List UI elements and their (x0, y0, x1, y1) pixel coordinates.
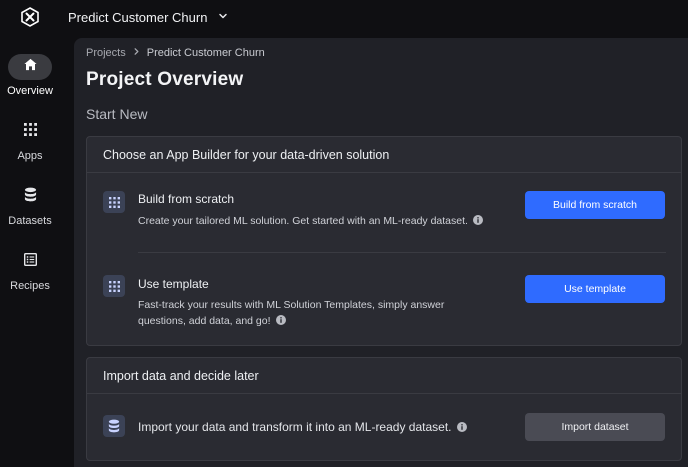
page-title: Project Overview (86, 69, 244, 90)
use-template-button[interactable]: Use template (525, 275, 665, 303)
sidebar-item-apps[interactable]: Apps (0, 119, 60, 173)
use-template-description: Fast-track your results with ML Solution… (138, 299, 445, 327)
build-from-scratch-title: Build from scratch (138, 192, 235, 206)
project-name: Predict Customer Churn (68, 9, 208, 25)
database-icon (24, 187, 37, 207)
app-builder-card: Choose an App Builder for your data-driv… (86, 136, 682, 346)
sidebar-item-overview[interactable]: Overview (0, 54, 60, 108)
sidebar-item-recipes[interactable]: Recipes (0, 249, 60, 303)
import-description: Import your data and transform it into a… (138, 419, 467, 435)
database-icon (103, 415, 125, 437)
home-icon (23, 57, 38, 77)
use-template-title: Use template (138, 277, 209, 291)
project-switcher[interactable]: Predict Customer Churn (68, 8, 229, 26)
import-dataset-button[interactable]: Import dataset (525, 413, 665, 441)
section-title: Start New (86, 106, 148, 122)
import-data-card: Import data and decide later Import your… (86, 357, 682, 461)
breadcrumb-current: Predict Customer Churn (146, 47, 265, 59)
chevron-down-icon (217, 10, 229, 25)
row-divider (138, 252, 666, 253)
sidebar-item-label: Overview (7, 85, 53, 97)
info-icon[interactable] (472, 214, 483, 225)
card-header: Choose an App Builder for your data-driv… (87, 137, 681, 173)
sidebar-item-label: Recipes (10, 280, 50, 292)
info-icon[interactable] (456, 420, 467, 432)
main-content: Projects Predict Customer Churn Project … (74, 38, 688, 467)
build-from-scratch-description: Create your tailored ML solution. Get st… (138, 213, 483, 229)
grid-icon (103, 191, 125, 213)
card-header: Import data and decide later (87, 358, 681, 394)
grid-icon (103, 275, 125, 297)
sidebar: Overview Apps Datasets Recipes (0, 36, 60, 467)
sidebar-item-label: Apps (17, 150, 43, 162)
recipe-icon (23, 253, 37, 271)
sidebar-item-datasets[interactable]: Datasets (0, 184, 60, 238)
chevron-right-icon (132, 47, 141, 59)
top-bar: Predict Customer Churn (0, 0, 688, 36)
build-from-scratch-button[interactable]: Build from scratch (525, 191, 665, 219)
app-logo-icon[interactable] (20, 7, 40, 27)
breadcrumb-projects-link[interactable]: Projects (86, 47, 126, 59)
grid-icon (23, 123, 37, 141)
info-icon[interactable] (275, 314, 286, 325)
breadcrumb: Projects Predict Customer Churn (86, 46, 265, 60)
sidebar-item-label: Datasets (8, 215, 52, 227)
